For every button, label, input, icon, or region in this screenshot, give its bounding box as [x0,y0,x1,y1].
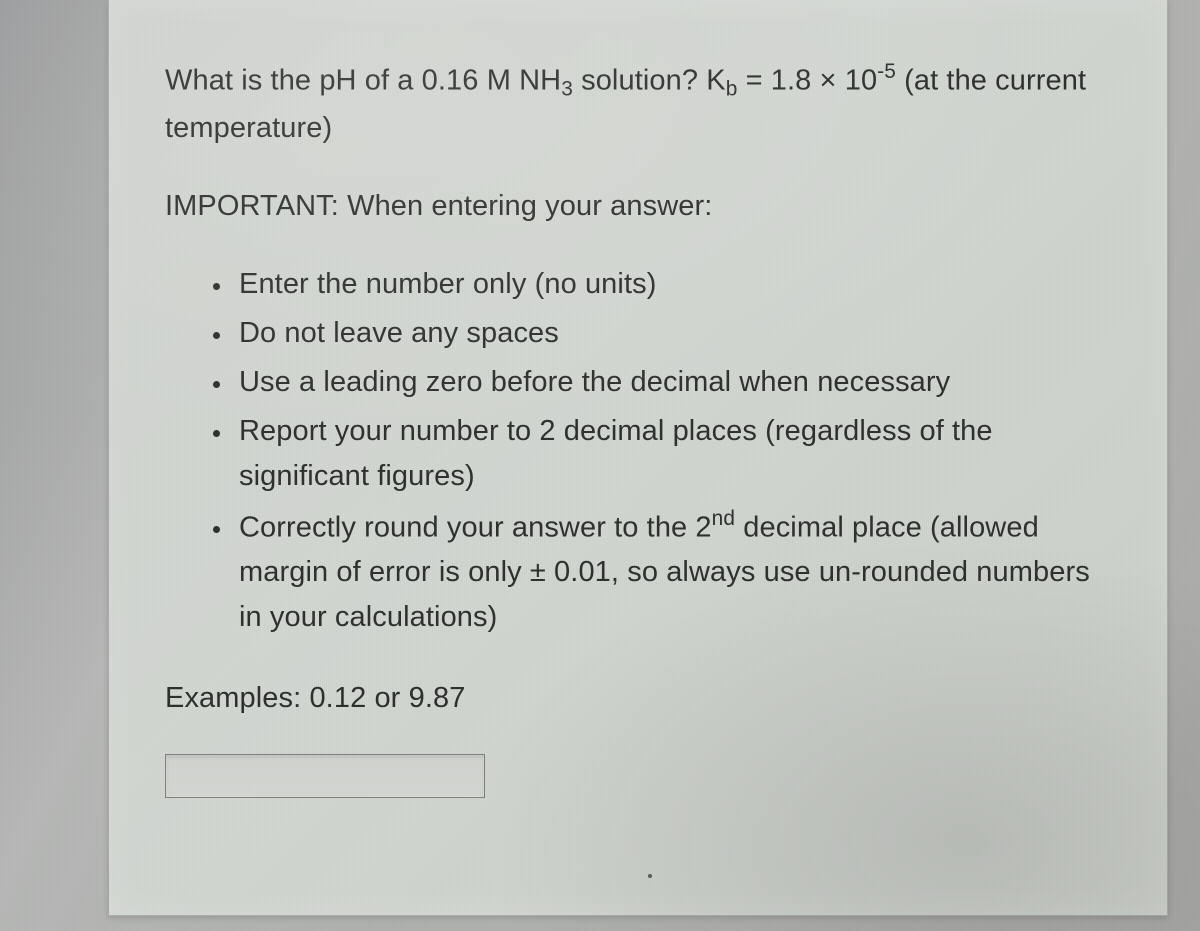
list-item: Correctly round your answer to the 2nd d… [233,503,1111,640]
instruction-list: Enter the number only (no units) Do not … [165,262,1111,640]
examples-label: Examples: [165,682,309,714]
q-unit: M [487,64,511,96]
list-item: Use a leading zero before the decimal wh… [233,360,1111,405]
list-item: Do not leave any spaces [233,311,1111,356]
q-mid: solution? K [573,64,726,96]
example-1: 0.12 [309,682,366,714]
examples-line: Examples: 0.12 or 9.87 [165,676,1111,722]
examples-or: or [366,682,408,714]
question-text: What is the pH of a 0.16 M NH3 solution?… [165,56,1111,152]
q-kb-sub: b [726,77,738,100]
b5-sup: nd [712,507,735,530]
list-item: Enter the number only (no units) [233,262,1111,307]
example-2: 9.87 [409,682,466,714]
list-item: Report your number to 2 decimal places (… [233,409,1111,499]
q-kb-exp: -5 [877,60,896,83]
question-card: What is the pH of a 0.16 M NH3 solution?… [108,0,1168,916]
question-content: What is the pH of a 0.16 M NH3 solution?… [165,56,1111,798]
q-compound-base: NH [519,64,561,96]
important-label: IMPORTANT: When entering your answer: [165,184,1111,230]
q-concentration: 0.16 [422,64,479,96]
q-compound-sub: 3 [561,77,573,100]
cursor-dot [648,874,652,878]
b5-a: Correctly round your answer to the 2 [239,511,712,543]
q-kb-val: 1.8 × 10 [771,64,877,96]
answer-input[interactable] [165,754,485,798]
q-eq: = [737,64,770,96]
q-prefix: What is the pH of a [165,64,422,96]
